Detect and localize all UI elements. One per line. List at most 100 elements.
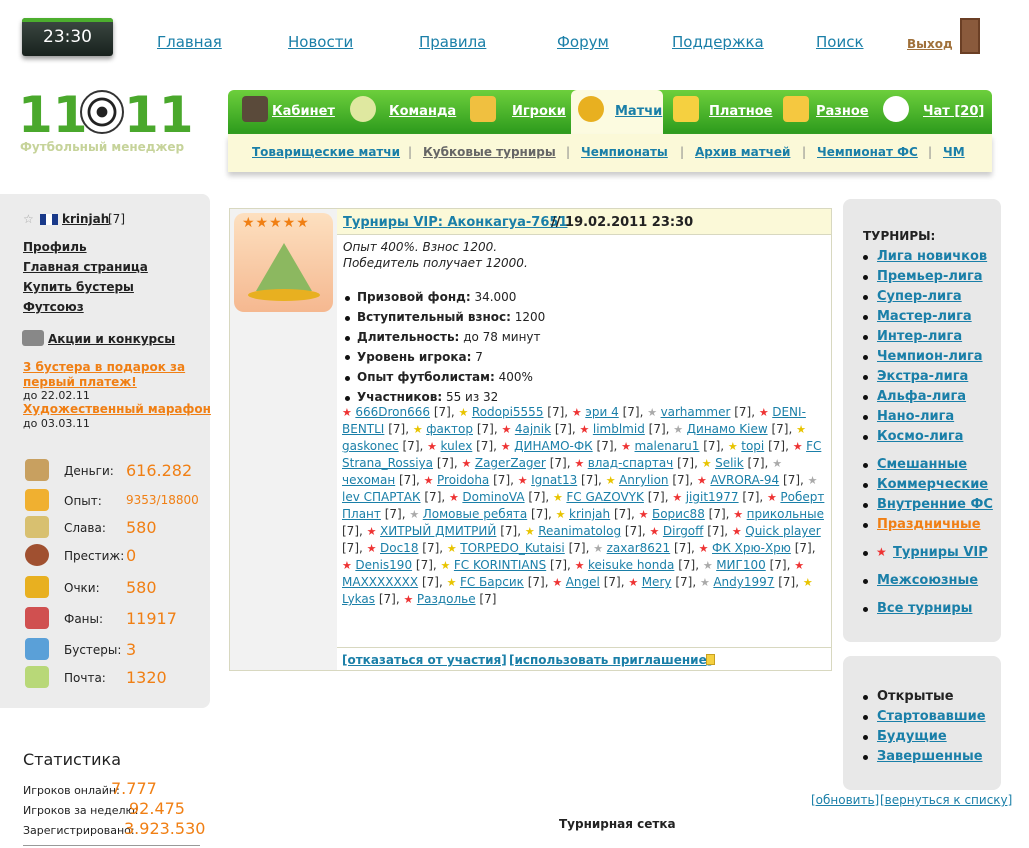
participant-link[interactable]: AVRORA-94	[710, 473, 779, 487]
participant-link[interactable]: Anrylion	[619, 473, 668, 487]
participant-link[interactable]: Борис88	[652, 507, 705, 521]
tab-cabinet[interactable]: Кабинет	[272, 104, 335, 119]
league-link[interactable]: Чемпион-лига	[877, 349, 983, 364]
participant-link[interactable]: ДИНАМО-ФК	[514, 439, 593, 453]
all-tournaments-link[interactable]: Все турниры	[877, 601, 972, 616]
logo[interactable]: 11 11 Футбольный менеджер	[18, 86, 194, 156]
subnav-archive[interactable]: Архив матчей	[695, 145, 790, 159]
participant-link[interactable]: lev СПАРТАК	[342, 490, 421, 504]
participant-link[interactable]: Ломовые ребята	[423, 507, 527, 521]
participant-link[interactable]: ХИТРЫЙ ДМИТРИЙ	[380, 524, 496, 538]
type-link[interactable]: Смешанные	[877, 457, 967, 472]
door-icon[interactable]	[960, 18, 980, 54]
type-link[interactable]: Внутренние ФС	[877, 497, 993, 512]
participant-link[interactable]: Dirgoff	[663, 524, 704, 538]
participant-link[interactable]: ZagerZager	[475, 456, 546, 470]
tab-misc[interactable]: Разное	[816, 104, 869, 119]
exit-link[interactable]: Выход	[907, 37, 953, 51]
tab-paid[interactable]: Платное	[709, 104, 772, 119]
league-link[interactable]: Экстра-лига	[877, 369, 968, 384]
decline-participation-link[interactable]: [отказаться от участия]	[342, 653, 507, 667]
league-link[interactable]: Альфа-лига	[877, 389, 966, 404]
tab-players[interactable]: Игроки	[512, 104, 566, 119]
participant-link[interactable]: Selik	[715, 456, 744, 470]
participant-link[interactable]: Quick player	[745, 524, 820, 538]
participant-link[interactable]: Andy1997	[713, 575, 774, 589]
type-link[interactable]: Коммерческие	[877, 477, 988, 492]
link-profile[interactable]: Профиль	[23, 240, 87, 254]
participant-link[interactable]: Reanimatolog	[538, 524, 621, 538]
participant-link[interactable]: FC Барсик	[460, 575, 524, 589]
nav-search[interactable]: Поиск	[816, 33, 864, 51]
participant-link[interactable]: krinjah	[569, 507, 610, 521]
state-future[interactable]: Будущие	[877, 729, 947, 744]
league-link[interactable]: Космо-лига	[877, 429, 963, 444]
league-link[interactable]: Мастер-лига	[877, 309, 972, 324]
state-finished[interactable]: Завершенные	[877, 749, 983, 764]
participant-link[interactable]: Раздолье	[417, 592, 476, 606]
participant-link[interactable]: Mery	[642, 575, 672, 589]
participant-link[interactable]: 666Dron666	[355, 405, 430, 419]
participant-link[interactable]: MAXXXXXXX	[342, 575, 418, 589]
participant-link[interactable]: FC KORINTIANS	[454, 558, 546, 572]
back-to-list-link[interactable]: [вернуться к списку]	[880, 793, 1012, 807]
link-futsoyuz[interactable]: Футсоюз	[23, 300, 84, 314]
use-invitation-link[interactable]: [использовать приглашение]	[509, 653, 712, 667]
nav-news[interactable]: Новости	[288, 33, 353, 51]
participant-link[interactable]: TORPEDO_Kutaisi	[460, 541, 564, 555]
participant-link[interactable]: чехоман	[342, 473, 395, 487]
vip-tournaments-link[interactable]: Турниры VIP	[893, 545, 988, 560]
league-link[interactable]: Интер-лига	[877, 329, 962, 344]
participant-link[interactable]: jigit1977	[686, 490, 739, 504]
tab-matches[interactable]: Матчи	[615, 104, 662, 119]
subnav-cups[interactable]: Кубковые турниры	[423, 145, 556, 159]
tab-team[interactable]: Команда	[389, 104, 456, 119]
participant-link[interactable]: Динамо Kiew	[687, 422, 768, 436]
participant-link[interactable]: влад-спартач	[588, 456, 674, 470]
subnav-friendly[interactable]: Товарищеские матчи	[252, 145, 400, 159]
link-buy-boosters[interactable]: Купить бустеры	[23, 280, 134, 294]
participant-link[interactable]: ФК Хрю-Хрю	[712, 541, 791, 555]
tab-chat[interactable]: Чат [20]	[923, 104, 984, 119]
participant-link[interactable]: FC GAZOVYK	[566, 490, 643, 504]
participant-link[interactable]: Doc18	[380, 541, 418, 555]
league-link[interactable]: Супер-лига	[877, 289, 962, 304]
link-main-page[interactable]: Главная страница	[23, 260, 148, 274]
state-started[interactable]: Стартовавшие	[877, 709, 986, 724]
participant-link[interactable]: 4ajnik	[515, 422, 551, 436]
participant-link[interactable]: эри 4	[585, 405, 618, 419]
league-link[interactable]: Премьер-лига	[877, 269, 983, 284]
participant-link[interactable]: topi	[741, 439, 764, 453]
inter-union-link[interactable]: Межсоюзные	[877, 573, 978, 588]
promo-title[interactable]: Акции и конкурсы	[48, 332, 175, 346]
participant-link[interactable]: Angel	[566, 575, 600, 589]
participant-link[interactable]: Ignat13	[531, 473, 577, 487]
participant-link[interactable]: malenaru1	[635, 439, 700, 453]
subnav-wc[interactable]: ЧМ	[943, 145, 965, 159]
promo-item-1[interactable]: 3 бустера в подарок за первый платеж!	[23, 360, 188, 390]
participant-link[interactable]: фактор	[426, 422, 473, 436]
participant-link[interactable]: Lykas	[342, 592, 375, 606]
participant-link[interactable]: zaxar8621	[607, 541, 671, 555]
tournament-title-link[interactable]: Турниры VIP: Аконкагуа-7651	[343, 215, 568, 230]
participant-link[interactable]: DominoVA	[462, 490, 524, 504]
username-link[interactable]: krinjah	[62, 212, 109, 226]
subnav-championships[interactable]: Чемпионаты	[581, 145, 668, 159]
nav-support[interactable]: Поддержка	[672, 33, 764, 51]
refresh-link[interactable]: [обновить]	[811, 793, 879, 807]
participant-link[interactable]: keisuke honda	[588, 558, 674, 572]
participant-link[interactable]: прикольные	[747, 507, 824, 521]
participant-link[interactable]: МИГ100	[716, 558, 766, 572]
nav-rules[interactable]: Правила	[419, 33, 486, 51]
type-link[interactable]: Праздничные	[877, 517, 981, 532]
promo-item-2[interactable]: Художественный марафон	[23, 402, 211, 416]
participant-link[interactable]: Proidoha	[437, 473, 489, 487]
participant-link[interactable]: varhammer	[661, 405, 731, 419]
participant-link[interactable]: gaskonec	[342, 439, 399, 453]
nav-forum[interactable]: Форум	[557, 33, 609, 51]
participant-link[interactable]: limblmid	[593, 422, 645, 436]
participant-link[interactable]: Rodopi5555	[472, 405, 544, 419]
participant-link[interactable]: Denis190	[355, 558, 412, 572]
nav-home[interactable]: Главная	[157, 33, 222, 51]
subnav-fs-championship[interactable]: Чемпионат ФС	[817, 145, 918, 159]
